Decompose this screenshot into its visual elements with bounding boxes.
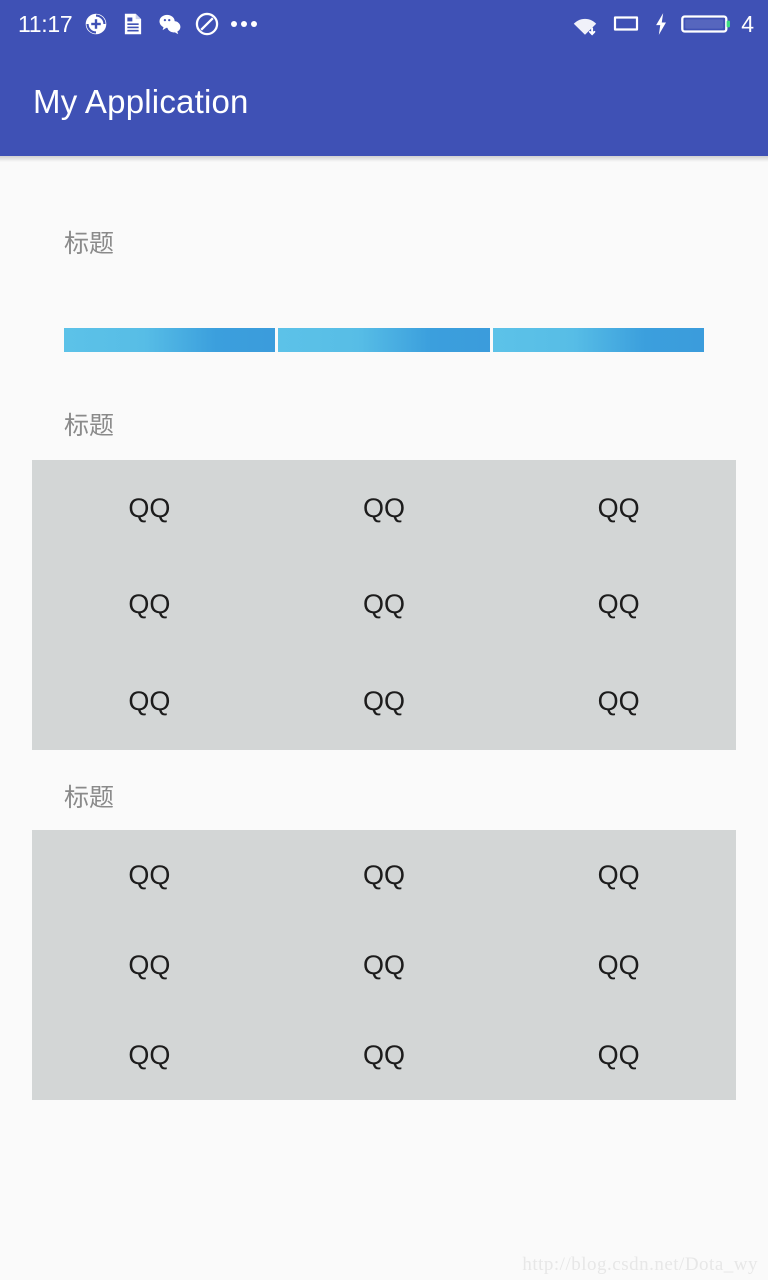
grid-cell[interactable]: QQ <box>501 460 736 557</box>
grid-cell-label: QQ <box>362 949 405 980</box>
grid-cell-label: QQ <box>128 949 171 980</box>
grid-cell-label: QQ <box>597 589 640 620</box>
app-bar-title: My Application <box>33 83 249 120</box>
grid-panel-1: QQ QQ QQ QQ QQ QQ QQ QQ QQ <box>32 460 736 750</box>
status-bar: 11:17 4 <box>0 0 768 48</box>
grid-cell[interactable]: QQ <box>267 653 502 750</box>
wechat-icon <box>157 11 183 37</box>
app-bar: My Application <box>0 48 768 156</box>
segmented-progress-bar[interactable] <box>64 328 704 352</box>
grid-cell-label: QQ <box>597 686 640 717</box>
grid-panel-2: QQ QQ QQ QQ QQ QQ QQ QQ QQ <box>32 830 736 1100</box>
bar-segment-1[interactable] <box>64 328 276 352</box>
bar-segment-3[interactable] <box>492 328 704 352</box>
grid-cell[interactable]: QQ <box>501 1010 736 1100</box>
grid-cell-label: QQ <box>362 686 405 717</box>
grid-cell[interactable]: QQ <box>267 460 502 557</box>
grid-cell-label: QQ <box>128 492 171 523</box>
grid-cell[interactable]: QQ <box>32 830 267 920</box>
grid-cell-label: QQ <box>597 949 640 980</box>
grid-cell[interactable]: QQ <box>32 1010 267 1100</box>
grid-cell-label: QQ <box>597 859 640 890</box>
grid-cell[interactable]: QQ <box>267 1010 502 1100</box>
wifi-download-icon <box>571 11 599 37</box>
grid-cell-label: QQ <box>597 492 640 523</box>
grid-cell-label: QQ <box>362 589 405 620</box>
status-bar-left-group: 11:17 <box>18 11 571 37</box>
grid-cell-label: QQ <box>362 1039 405 1070</box>
grid-cell[interactable]: QQ <box>501 920 736 1010</box>
more-dots-icon <box>231 21 258 27</box>
grid-cell-label: QQ <box>362 492 405 523</box>
grid-cell[interactable]: QQ <box>32 920 267 1010</box>
grid-cell-label: QQ <box>128 686 171 717</box>
grid-cell[interactable]: QQ <box>501 653 736 750</box>
battery-icon <box>681 11 733 37</box>
sync-add-icon <box>83 11 109 37</box>
grid-cell[interactable]: QQ <box>267 830 502 920</box>
status-bar-right-group: 4 <box>571 11 754 37</box>
grid-cell-label: QQ <box>128 859 171 890</box>
content-area: 标题 标题 QQ QQ QQ QQ QQ QQ QQ QQ QQ 标题 QQ Q… <box>0 162 768 1100</box>
do-not-disturb-icon <box>194 11 220 37</box>
section-label-3: 标题 <box>64 784 115 812</box>
grid-cell[interactable]: QQ <box>267 557 502 654</box>
battery-level-text: 4 <box>741 10 754 37</box>
charging-bolt-icon <box>653 11 669 37</box>
grid-cell[interactable]: QQ <box>32 557 267 654</box>
bar-segment-2[interactable] <box>278 328 490 352</box>
section-label-2: 标题 <box>64 412 115 440</box>
grid-cell[interactable]: QQ <box>32 460 267 557</box>
grid-cell-label: QQ <box>128 1039 171 1070</box>
grid-cell[interactable]: QQ <box>501 830 736 920</box>
grid-cell-label: QQ <box>128 589 171 620</box>
section-label-1: 标题 <box>64 230 115 258</box>
grid-cell-label: QQ <box>362 859 405 890</box>
grid-cell[interactable]: QQ <box>501 557 736 654</box>
grid-cell[interactable]: QQ <box>267 920 502 1010</box>
watermark: http://blog.csdn.net/Dota_wy <box>522 1254 758 1275</box>
status-bar-clock: 11:17 <box>18 10 73 37</box>
grid-cell[interactable]: QQ <box>32 653 267 750</box>
sim-card-icon <box>611 12 641 36</box>
grid-cell-label: QQ <box>597 1039 640 1070</box>
document-icon <box>120 11 146 37</box>
